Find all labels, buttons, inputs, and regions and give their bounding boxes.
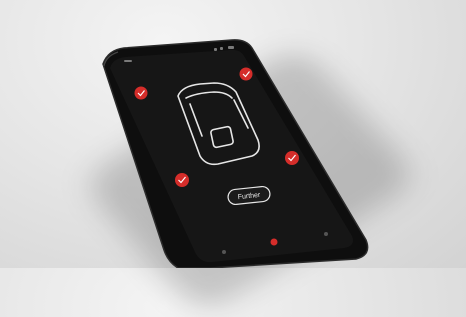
check-marker-top-left[interactable] bbox=[134, 86, 148, 100]
photo-scene: Further bbox=[0, 0, 466, 317]
check-marker-bottom-right[interactable] bbox=[285, 151, 299, 165]
smartphone: Further bbox=[102, 39, 369, 268]
check-marker-top-right[interactable] bbox=[239, 67, 253, 81]
nav-dot-right[interactable] bbox=[324, 232, 328, 236]
nav-dot-left[interactable] bbox=[222, 250, 226, 254]
home-nav-icon[interactable] bbox=[270, 238, 278, 246]
check-marker-bottom-left[interactable] bbox=[175, 173, 189, 187]
